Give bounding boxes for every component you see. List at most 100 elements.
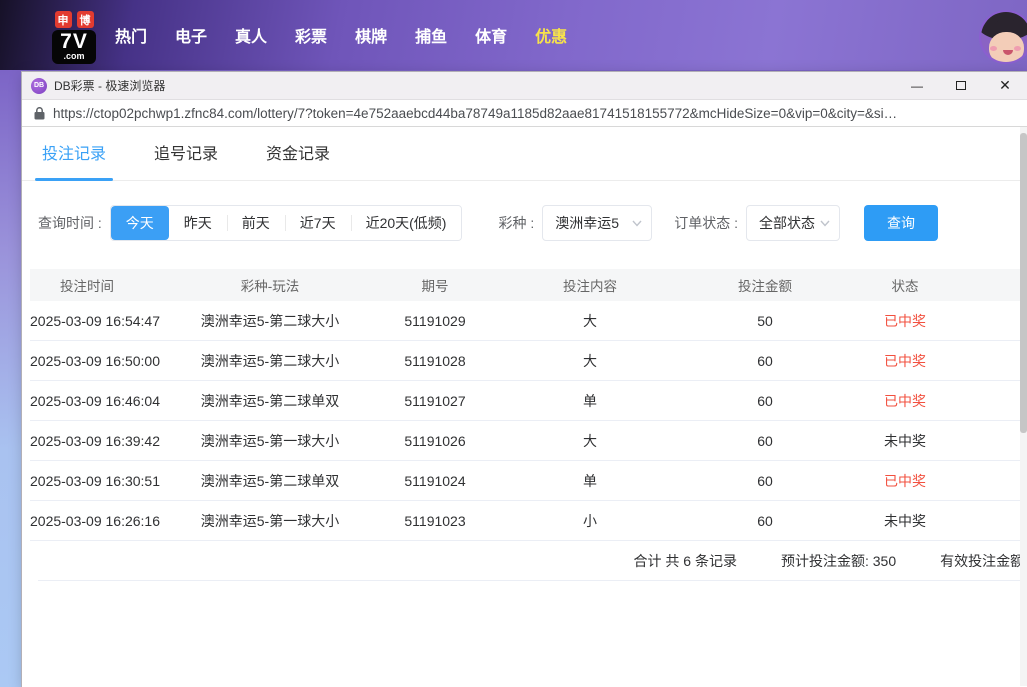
cell-prize-amount: 1 [960,393,1020,409]
cell-game-play: 澳洲幸运5-第二球大小 [170,311,370,331]
cell-issue-number: 51191026 [370,433,500,449]
scrollbar-thumb[interactable] [1020,133,1027,433]
time-option-5[interactable]: 近20天(低频) [351,206,462,240]
window-titlebar[interactable]: DB DB彩票 - 极速浏览器 — ✕ [22,72,1027,100]
time-option-2[interactable]: 昨天 [169,206,227,240]
column-header-6: 状态 [850,275,960,295]
browser-favicon-icon: DB [31,78,47,94]
logo-box: 7V .com [52,30,96,64]
lottery-select[interactable]: 澳洲幸运5 [542,205,652,241]
cell-issue-number: 51191024 [370,473,500,489]
maximize-button[interactable] [939,72,983,100]
avatar-bun-right [1013,13,1026,24]
logo-main-text: 7V [55,31,93,52]
url-text[interactable]: https://ctop02pchwp1.zfnc84.com/lottery/… [53,106,897,121]
nav-item-7[interactable]: 体育 [475,23,507,47]
nav-item-2[interactable]: 电子 [175,23,207,47]
nav-item-8[interactable]: 优惠 [535,23,567,47]
tab-2[interactable]: 追号记录 [150,140,222,180]
nav-item-3[interactable]: 真人 [235,23,267,47]
time-option-1[interactable]: 今天 [111,206,169,240]
table-body: 2025-03-09 16:54:47澳洲幸运5-第二球大小51191029大5… [30,301,1020,541]
avatar-bun-left [986,13,999,24]
user-avatar[interactable] [979,10,1027,64]
cell-bet-content: 大 [500,311,680,331]
cell-bet-content: 小 [500,511,680,531]
cell-bet-content: 单 [500,471,680,491]
cell-bet-content: 大 [500,431,680,451]
cell-issue-number: 51191028 [370,353,500,369]
chevron-down-icon [819,217,831,229]
window-title: DB彩票 - 极速浏览器 [54,77,895,94]
nav-item-4[interactable]: 彩票 [295,23,327,47]
logo-badge-bo: 博 [77,11,94,28]
cell-status: 已中奖 [850,391,960,411]
chevron-down-icon [631,217,643,229]
cell-bet-amount: 60 [680,433,850,449]
cell-bet-amount: 60 [680,513,850,529]
logo-badge-shen: 申 [55,11,72,28]
page-content: 投注记录追号记录资金记录 查询时间 : 今天昨天前天近7天近20天(低频) 彩种… [22,127,1027,686]
avatar-blush-left [990,46,997,51]
tab-1[interactable]: 投注记录 [38,140,110,180]
cell-game-play: 澳洲幸运5-第二球大小 [170,351,370,371]
browser-window: DB DB彩票 - 极速浏览器 — ✕ https://ctop02pchwp1… [22,72,1027,687]
maximize-icon [956,81,966,90]
cell-bet-time: 2025-03-09 16:26:16 [30,513,170,529]
cell-prize-amount: 1 [960,473,1020,489]
top-banner: 申 博 7V .com 热门 电子 真人 彩票 棋牌 捕鱼 体育 优惠 [0,0,1027,70]
table-row: 2025-03-09 16:54:47澳洲幸运5-第二球大小51191029大5… [30,301,1020,341]
filter-bar: 查询时间 : 今天昨天前天近7天近20天(低频) 彩种 : 澳洲幸运5 订单状态… [38,205,1020,241]
time-option-4[interactable]: 近7天 [285,206,351,240]
column-header-5: 投注金额 [680,275,850,295]
cell-issue-number: 51191023 [370,513,500,529]
table-row: 2025-03-09 16:30:51澳洲幸运5-第二球单双51191024单6… [30,461,1020,501]
nav-item-1[interactable]: 热门 [115,23,147,47]
cell-status: 已中奖 [850,311,960,331]
lottery-filter-label: 彩种 : [498,213,534,233]
logo-badges: 申 博 [52,11,96,28]
cell-issue-number: 51191029 [370,313,500,329]
nav-item-6[interactable]: 捕鱼 [415,23,447,47]
cell-bet-amount: 60 [680,393,850,409]
lottery-select-value: 澳洲幸运5 [555,213,619,233]
status-filter-label: 订单状态 : [674,213,738,233]
column-header-7: 中奖金额 [960,275,1020,295]
minimize-button[interactable]: — [895,72,939,100]
summary-valid-amount: 有效投注金额: [940,551,1020,571]
cell-bet-amount: 50 [680,313,850,329]
cell-status: 已中奖 [850,351,960,371]
cell-status: 已中奖 [850,471,960,491]
cell-status: 未中奖 [850,511,960,531]
nav-item-5[interactable]: 棋牌 [355,23,387,47]
logo-suffix-text: .com [55,52,93,61]
tab-3[interactable]: 资金记录 [262,140,334,180]
summary-total-count: 合计 共 6 条记录 [634,551,737,571]
cell-bet-content: 单 [500,391,680,411]
cell-bet-time: 2025-03-09 16:30:51 [30,473,170,489]
time-filter-label: 查询时间 : [38,213,102,233]
top-nav: 热门 电子 真人 彩票 棋牌 捕鱼 体育 优惠 [115,0,567,70]
close-button[interactable]: ✕ [983,72,1027,100]
cell-game-play: 澳洲幸运5-第一球大小 [170,431,370,451]
cell-bet-content: 大 [500,351,680,371]
column-header-4: 投注内容 [500,275,680,295]
cell-bet-time: 2025-03-09 16:46:04 [30,393,170,409]
table-row: 2025-03-09 16:50:00澳洲幸运5-第二球大小51191028大6… [30,341,1020,381]
cell-game-play: 澳洲幸运5-第一球大小 [170,511,370,531]
time-option-3[interactable]: 前天 [227,206,285,240]
table-header-row: 投注时间彩种-玩法期号投注内容投注金额状态中奖金额 [30,269,1020,301]
summary-expected-amount: 预计投注金额: 350 [781,551,896,571]
summary-row: 合计 共 6 条记录 预计投注金额: 350 有效投注金额: [38,541,1020,581]
order-status-select[interactable]: 全部状态 [746,205,840,241]
cell-bet-amount: 60 [680,353,850,369]
site-logo[interactable]: 申 博 7V .com [52,11,96,64]
column-header-2: 彩种-玩法 [170,275,370,295]
cell-prize-amount: 1 [960,353,1020,369]
cell-prize-amount: 9 [960,313,1020,329]
search-button[interactable]: 查询 [864,205,938,241]
cell-game-play: 澳洲幸运5-第二球单双 [170,471,370,491]
page-scrollbar[interactable] [1020,127,1027,686]
time-range-group: 今天昨天前天近7天近20天(低频) [110,205,463,241]
address-bar[interactable]: https://ctop02pchwp1.zfnc84.com/lottery/… [22,100,1027,127]
